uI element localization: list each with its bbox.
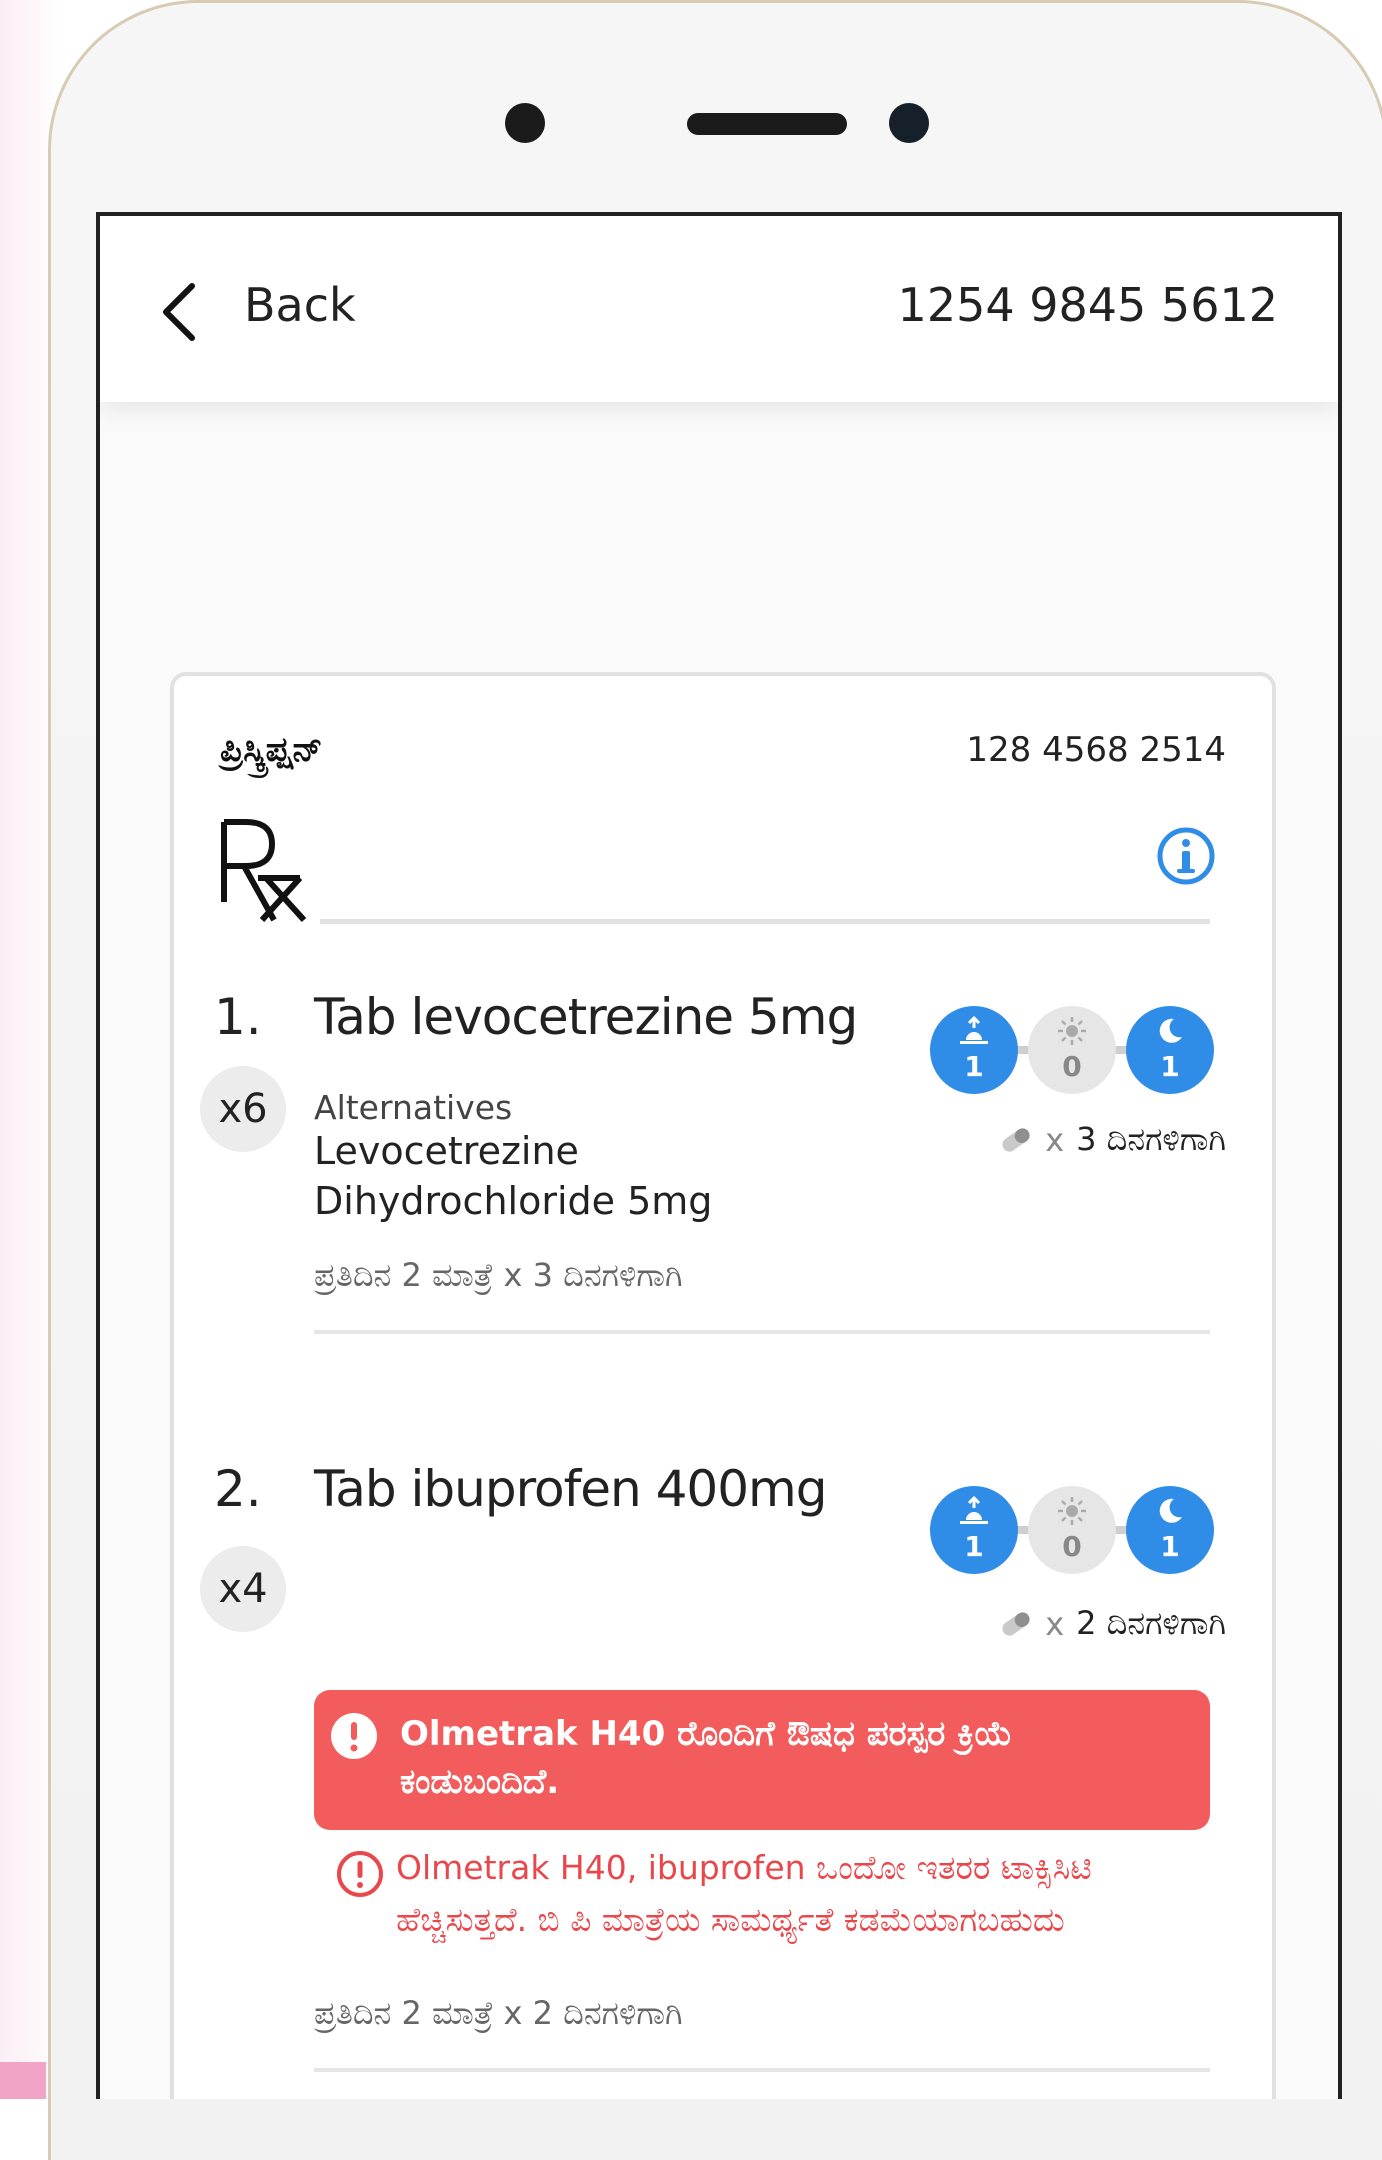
rx-divider [320,919,1210,924]
moon-icon [1159,1018,1182,1043]
alternative-medicine-name[interactable]: Levocetrezine Dihydrochloride 5mg [314,1126,874,1226]
content-area: ಪ್ರಿಸ್ಕ್ರಿಪ್ಷನ್ 128 4568 2514 1. Tab lev… [100,402,1338,2099]
info-icon[interactable] [1156,826,1216,886]
duration-label: 3 ದಿನಗಳಿಗಾಗಿ [1076,1120,1226,1158]
app-screen: Back 1254 9845 5612 ಪ್ರಿಸ್ಕ್ರಿಪ್ಷನ್ 128 … [96,212,1342,2099]
medicine-number: 2. [214,1460,262,1518]
quantity-badge: x4 [200,1546,286,1632]
alternatives-label: Alternatives [314,1088,513,1127]
prescription-id: 128 4568 2514 [966,730,1226,770]
front-camera [889,103,929,143]
night-dose: 1 [1126,1006,1214,1094]
back-button[interactable]: Back [244,278,356,332]
dosage-instructions: ಪ್ರತಿದಿನ 2 ಮಾತ್ರೆ x 3 ದಿನಗಳಿಗಾಗಿ [314,1256,683,1294]
interaction-alert[interactable]: Olmetrak H40 ರೊಂದಿಗೆ ಔಷಧ ಪರಸ್ಪರ ಕ್ರಿಯೆ ಕ… [314,1690,1210,1830]
duration-label: 2 ದಿನಗಳಿಗಾಗಿ [1076,1604,1226,1642]
medicine-divider [314,1330,1210,1334]
times-label: x [1045,1604,1065,1643]
sunrise-icon [960,1016,988,1044]
sun-icon [1058,1497,1086,1525]
background-accent [0,2062,46,2099]
dosage-instructions: ಪ್ರತಿದಿನ 2 ಮಾತ್ರೆ x 2 ದಿನಗಳಿಗಾಗಿ [314,1994,683,2032]
medicine-divider [314,2068,1210,2072]
afternoon-dose: 0 [1028,1006,1116,1094]
medicine-number: 1. [214,988,262,1046]
exclamation-circle-icon [331,1713,377,1759]
chevron-left-icon[interactable] [160,282,200,342]
times-label: x [1045,1120,1065,1159]
afternoon-count: 0 [1062,1530,1082,1563]
night-count: 1 [1160,1530,1180,1563]
pill-duration: x 2 ದಿನಗಳಿಗಾಗಿ [999,1604,1226,1643]
prescription-title: ಪ್ರಿಸ್ಕ್ರಿಪ್ಷನ್ [220,730,323,770]
exclamation-circle-icon [337,1851,383,1897]
alert-message: Olmetrak H40 ರೊಂದಿಗೆ ಔಷಧ ಪರಸ್ಪರ ಕ್ರಿಯೆ ಕ… [400,1714,1013,1802]
dose-schedule: 1 0 1 [930,1006,1216,1098]
moon-icon [1159,1498,1182,1523]
medicine-name[interactable]: Tab levocetrezine 5mg [314,988,858,1046]
morning-count: 1 [964,1530,984,1563]
morning-dose: 1 [930,1486,1018,1574]
rx-icon [221,819,307,923]
pill-icon [1002,1127,1030,1152]
morning-dose: 1 [930,1006,1018,1094]
sunrise-icon [960,1496,988,1524]
sun-icon [1058,1017,1086,1045]
morning-count: 1 [964,1050,984,1083]
night-dose: 1 [1126,1486,1214,1574]
night-count: 1 [1160,1050,1180,1083]
front-sensor [505,103,545,143]
pill-duration: x 3 ದಿನಗಳಿಗಾಗಿ [999,1120,1226,1159]
pill-icon [1002,1611,1030,1636]
top-bar: Back 1254 9845 5612 [100,216,1338,402]
earpiece-speaker [687,113,847,135]
warning-message: Olmetrak H40, ibuprofen ಒಂದೋ ಇತರರ ಟಾಕ್ಸಿ… [396,1848,1092,1939]
afternoon-dose: 0 [1028,1486,1116,1574]
quantity-badge: x6 [200,1066,286,1152]
medicine-name[interactable]: Tab ibuprofen 400mg [314,1460,827,1518]
afternoon-count: 0 [1062,1050,1082,1083]
patient-id: 1254 9845 5612 [897,278,1278,332]
dose-schedule: 1 0 1 [930,1486,1216,1578]
prescription-card: ಪ್ರಿಸ್ಕ್ರಿಪ್ಷನ್ 128 4568 2514 1. Tab lev… [170,672,1276,2099]
